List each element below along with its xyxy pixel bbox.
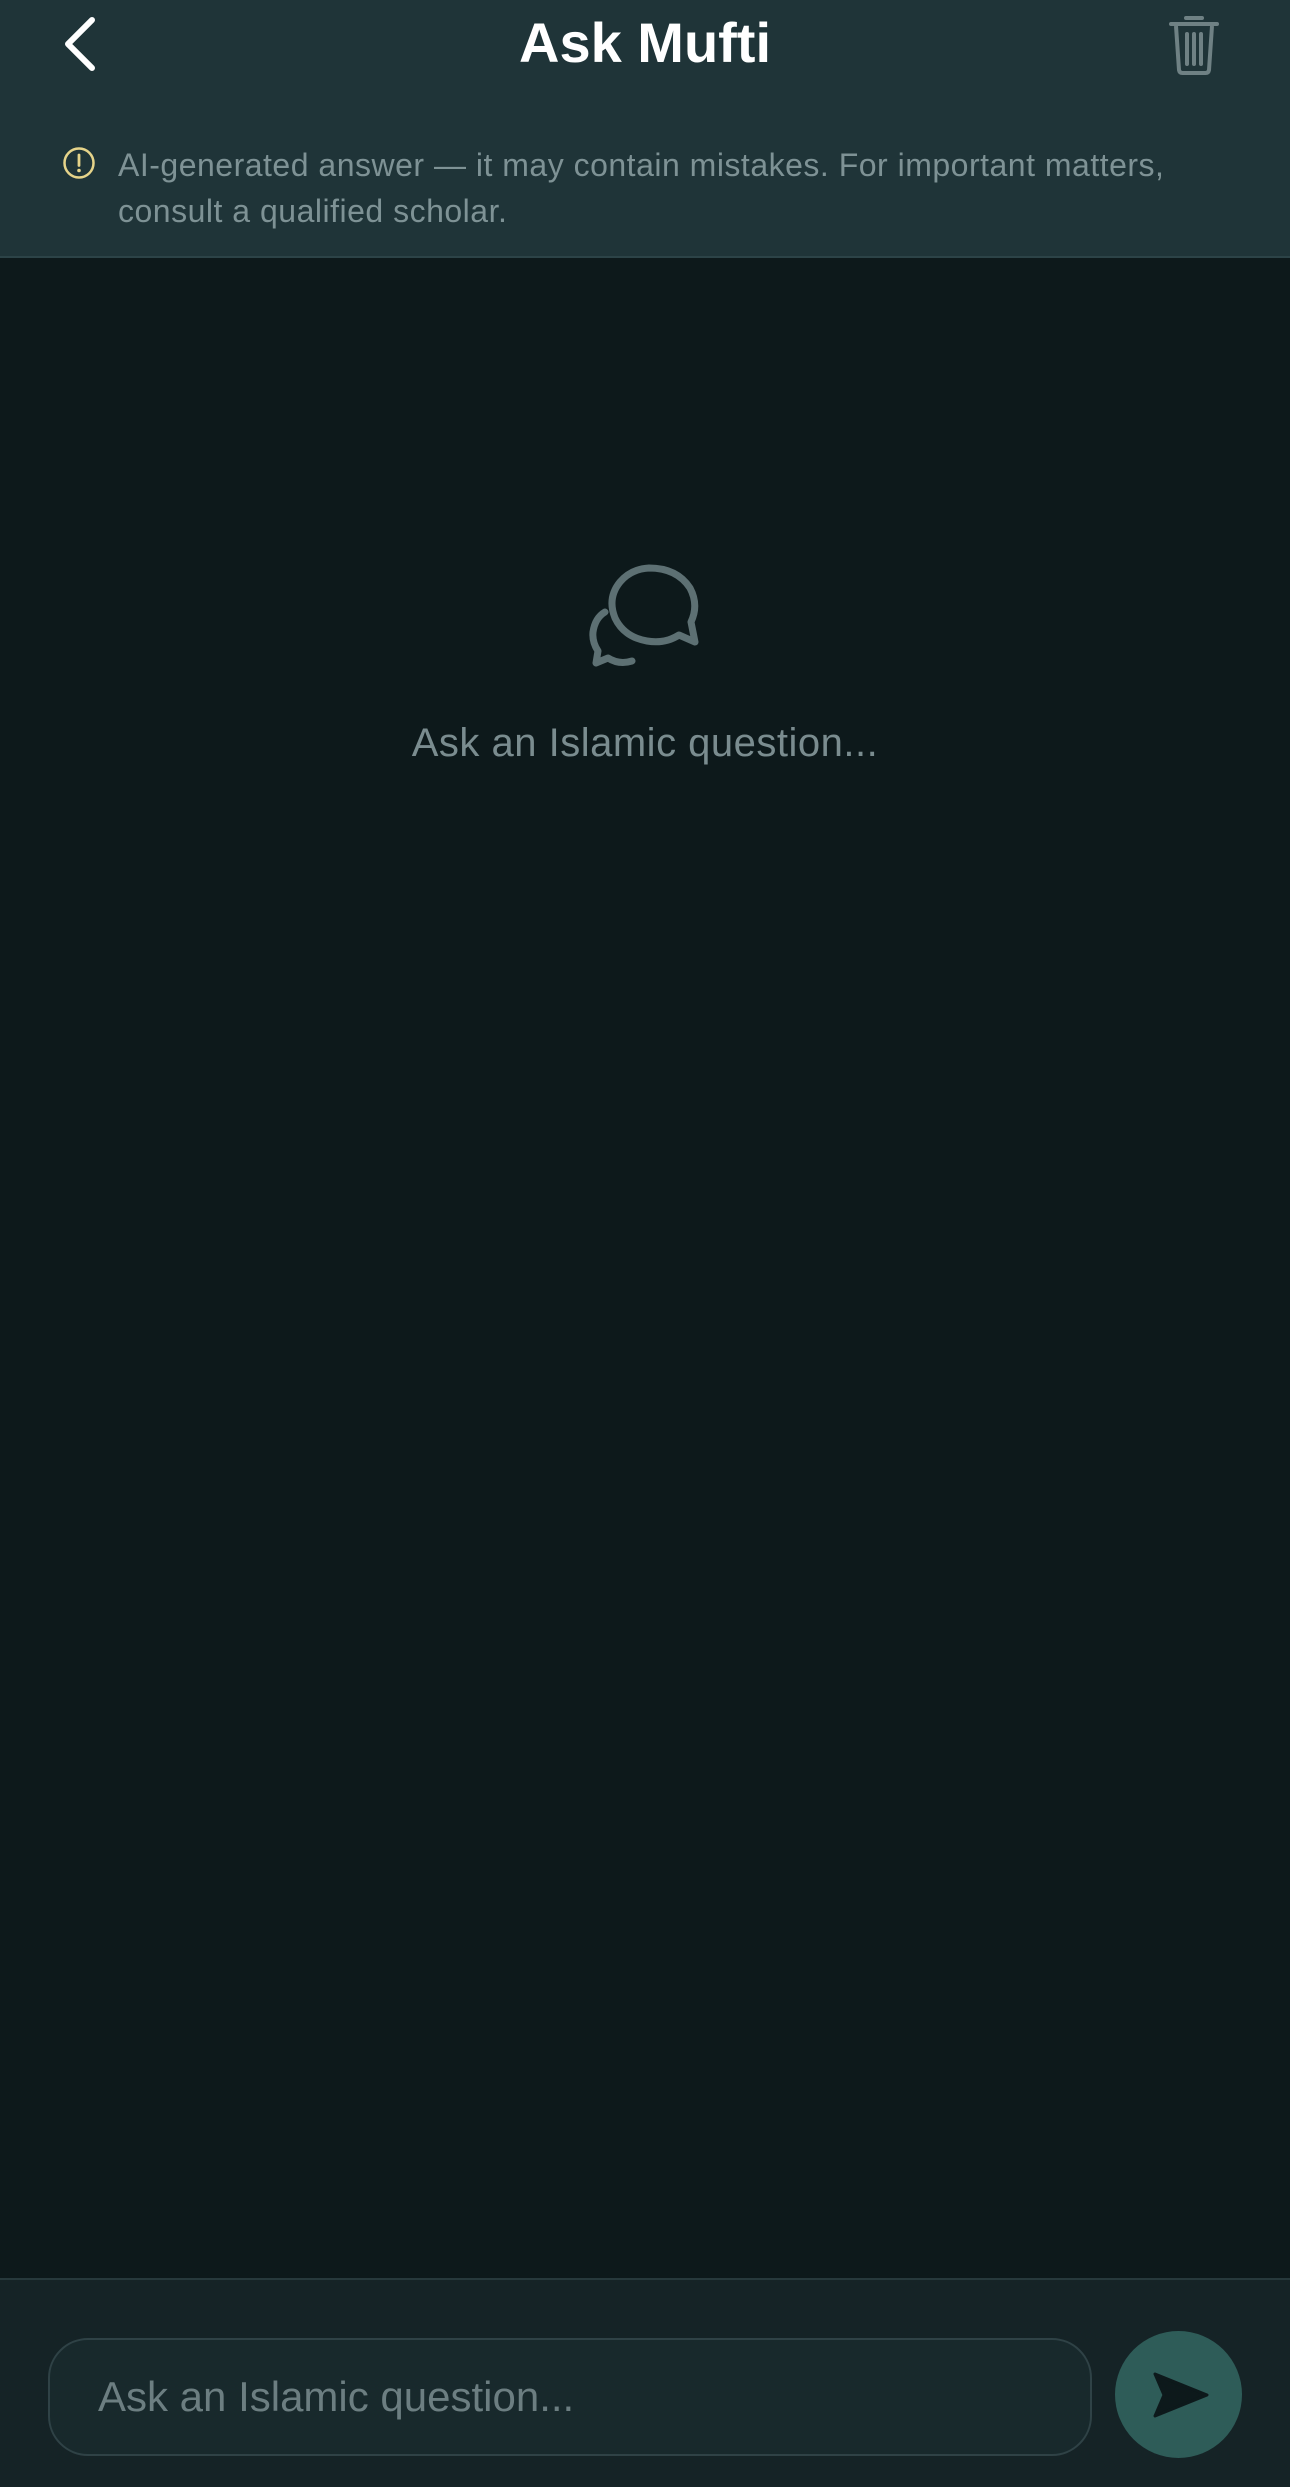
- question-input[interactable]: [50, 2340, 1090, 2454]
- delete-chat-button[interactable]: [1158, 8, 1230, 80]
- chat-bubbles-icon: [589, 564, 699, 667]
- empty-state: Ask an Islamic question...: [0, 560, 1290, 768]
- empty-state-message: Ask an Islamic question...: [411, 721, 879, 765]
- ask-mufti-screen: Ask Mufti AI-generated answer — it may c…: [0, 0, 1290, 2487]
- warning-icon: [63, 147, 95, 179]
- trash-icon: [1169, 16, 1219, 75]
- disclaimer-text: AI-generated answer — it may contain mis…: [118, 147, 1165, 229]
- nav-bar: Ask Mufti: [0, 0, 1290, 88]
- page-title: Ask Mufti: [519, 11, 771, 74]
- question-input-wrapper: [48, 2338, 1092, 2456]
- header: Ask Mufti AI-generated answer — it may c…: [0, 0, 1290, 258]
- ai-disclaimer: AI-generated answer — it may contain mis…: [62, 142, 1212, 234]
- send-button[interactable]: [1115, 2331, 1242, 2458]
- composer: [0, 2278, 1290, 2487]
- send-icon: [1153, 2372, 1208, 2417]
